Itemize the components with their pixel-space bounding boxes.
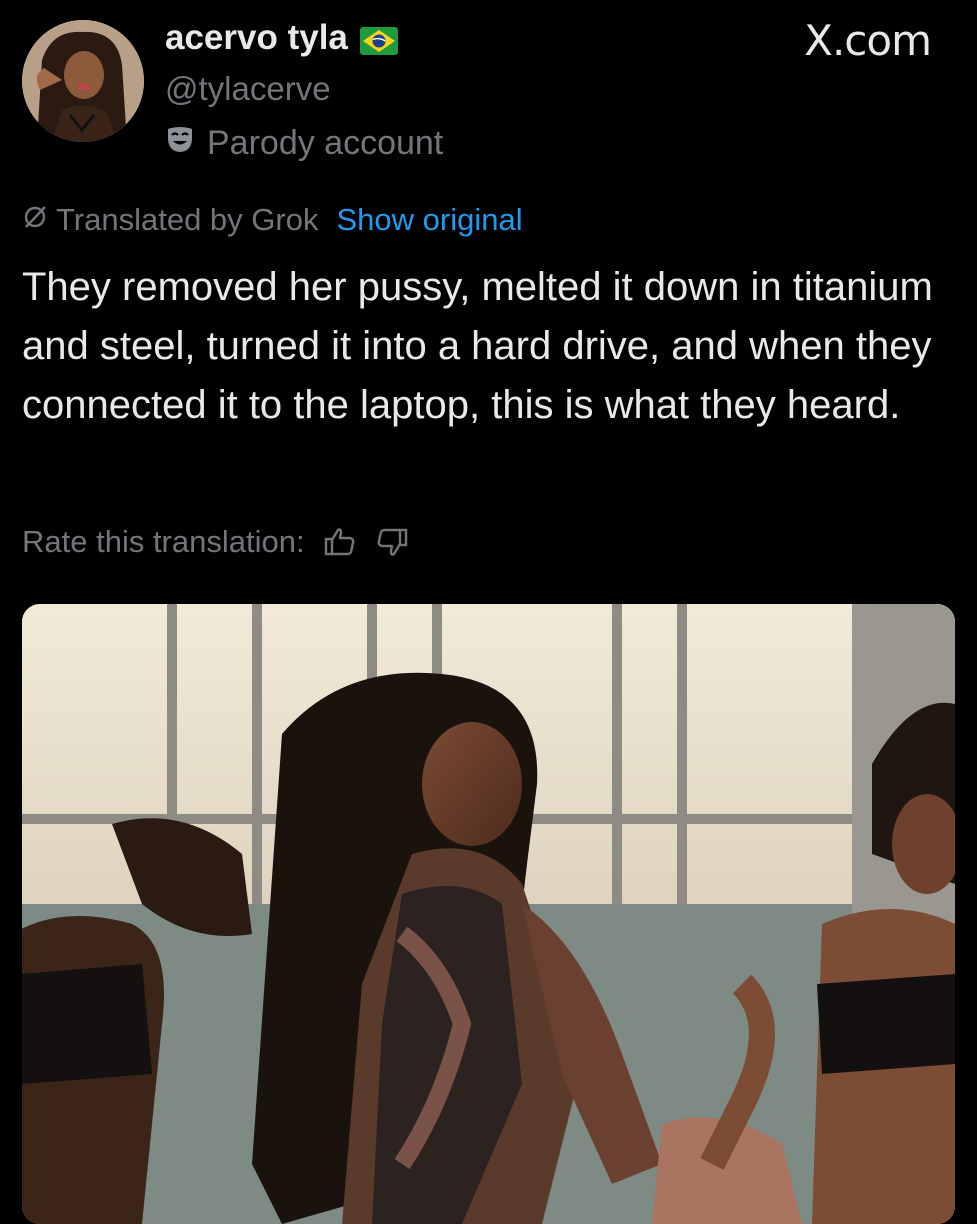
parody-badge: Parody account [165,124,443,163]
thumbs-up-icon[interactable] [323,525,357,559]
media-thumbnail[interactable] [22,604,955,1224]
translation-bar: Translated by Grok Show original [22,202,523,238]
parody-label: Parody account [207,124,444,162]
rate-translation-row: Rate this translation: [22,524,409,560]
translated-by-label: Translated by Grok [56,202,319,237]
avatar[interactable] [22,20,144,142]
x-com-logo: X.com [804,16,932,65]
thumbs-down-icon[interactable] [375,525,409,559]
show-original-link[interactable]: Show original [336,202,522,238]
rate-translation-label: Rate this translation: [22,524,305,559]
brazil-flag-icon [359,24,398,55]
display-name[interactable]: acervo tyla [165,18,348,58]
display-name-row: acervo tyla [165,18,398,58]
tweet-text: They removed her pussy, melted it down i… [22,265,933,427]
grok-icon [22,202,48,238]
parody-mask-icon [165,124,195,163]
user-handle[interactable]: @tylacerve [165,70,331,108]
